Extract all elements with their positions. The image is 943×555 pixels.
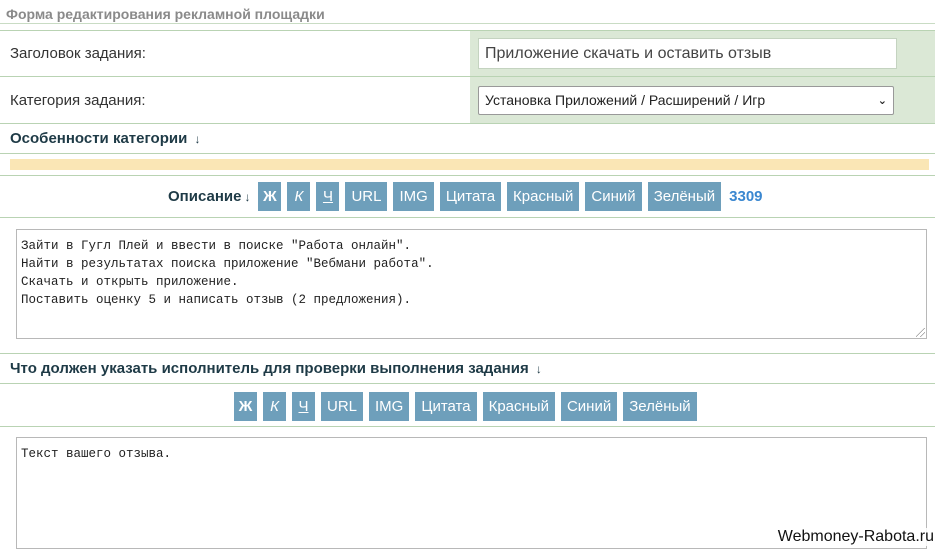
chevron-down-icon: ⌄: [877, 94, 887, 107]
title-row: Заголовок задания: Приложение скачать и …: [0, 30, 935, 77]
form-title: Форма редактирования рекламной площадки: [6, 6, 325, 22]
divider: [0, 23, 935, 24]
img-button[interactable]: IMG: [393, 181, 434, 211]
description-line: Поставить оценку 5 и написать отзыв (2 п…: [21, 293, 412, 307]
category-label: Категория задания:: [0, 77, 470, 123]
divider: [0, 353, 935, 354]
title-label: Заголовок задания:: [0, 31, 470, 76]
url-button[interactable]: URL: [345, 181, 388, 211]
green-button[interactable]: Зелёный: [623, 391, 697, 421]
underline-button[interactable]: Ч: [316, 181, 340, 211]
features-label: Особенности категории: [10, 130, 188, 147]
quote-button[interactable]: Цитата: [439, 181, 502, 211]
description-line: Найти в результатах поиска приложение "В…: [21, 257, 434, 271]
description-line: Зайти в Гугл Плей и ввести в поиске "Раб…: [21, 239, 412, 253]
description-toolbar: Описание ↓ Ж К Ч URL IMG Цитата Красный С…: [168, 181, 763, 211]
divider: [0, 217, 935, 218]
verify-label: Что должен указать исполнитель для прове…: [10, 360, 529, 377]
divider: [0, 426, 935, 427]
blue-button[interactable]: Синий: [585, 181, 642, 211]
img-button[interactable]: IMG: [369, 391, 410, 421]
char-counter: 3309: [729, 187, 763, 205]
arrow-down-icon: ↓: [244, 189, 251, 204]
arrow-down-icon: ↓: [535, 362, 542, 376]
divider: [0, 153, 935, 154]
divider: [0, 383, 935, 384]
red-button[interactable]: Красный: [507, 181, 580, 211]
italic-button[interactable]: К: [287, 181, 311, 211]
title-cell: Приложение скачать и оставить отзыв: [470, 31, 935, 76]
url-button[interactable]: URL: [321, 391, 364, 421]
watermark: Webmoney-Rabota.ru: [777, 528, 934, 546]
report-toolbar: Ж К Ч URL IMG Цитата Красный Синий Зелён…: [234, 391, 703, 421]
resize-grip-icon[interactable]: [916, 328, 925, 337]
divider: [0, 175, 935, 176]
description-label: Описание: [168, 187, 242, 205]
italic-button[interactable]: К: [263, 391, 286, 421]
red-button[interactable]: Красный: [482, 391, 555, 421]
description-toggle[interactable]: Описание ↓: [168, 188, 250, 205]
green-button[interactable]: Зелёный: [647, 181, 722, 211]
arrow-down-icon: ↓: [194, 132, 201, 146]
quote-button[interactable]: Цитата: [415, 391, 477, 421]
category-cell: Установка Приложений / Расширений / Игр …: [470, 77, 935, 123]
bold-button[interactable]: Ж: [234, 391, 257, 421]
verify-toggle[interactable]: Что должен указать исполнитель для прове…: [10, 360, 542, 377]
task-title-input[interactable]: Приложение скачать и оставить отзыв: [478, 38, 897, 69]
report-text: Текст вашего отзыва.: [21, 447, 172, 461]
blue-button[interactable]: Синий: [560, 391, 618, 421]
description-line: Скачать и открыть приложение.: [21, 275, 239, 289]
features-panel: [10, 159, 929, 170]
description-textarea[interactable]: Зайти в Гугл Плей и ввести в поиске "Раб…: [16, 229, 927, 339]
category-row: Категория задания: Установка Приложений …: [0, 77, 935, 124]
underline-button[interactable]: Ч: [292, 391, 315, 421]
features-toggle[interactable]: Особенности категории ↓: [10, 130, 200, 147]
category-select[interactable]: Установка Приложений / Расширений / Игр …: [478, 85, 894, 115]
bold-button[interactable]: Ж: [258, 181, 282, 211]
category-select-value: Установка Приложений / Расширений / Игр: [485, 92, 766, 108]
